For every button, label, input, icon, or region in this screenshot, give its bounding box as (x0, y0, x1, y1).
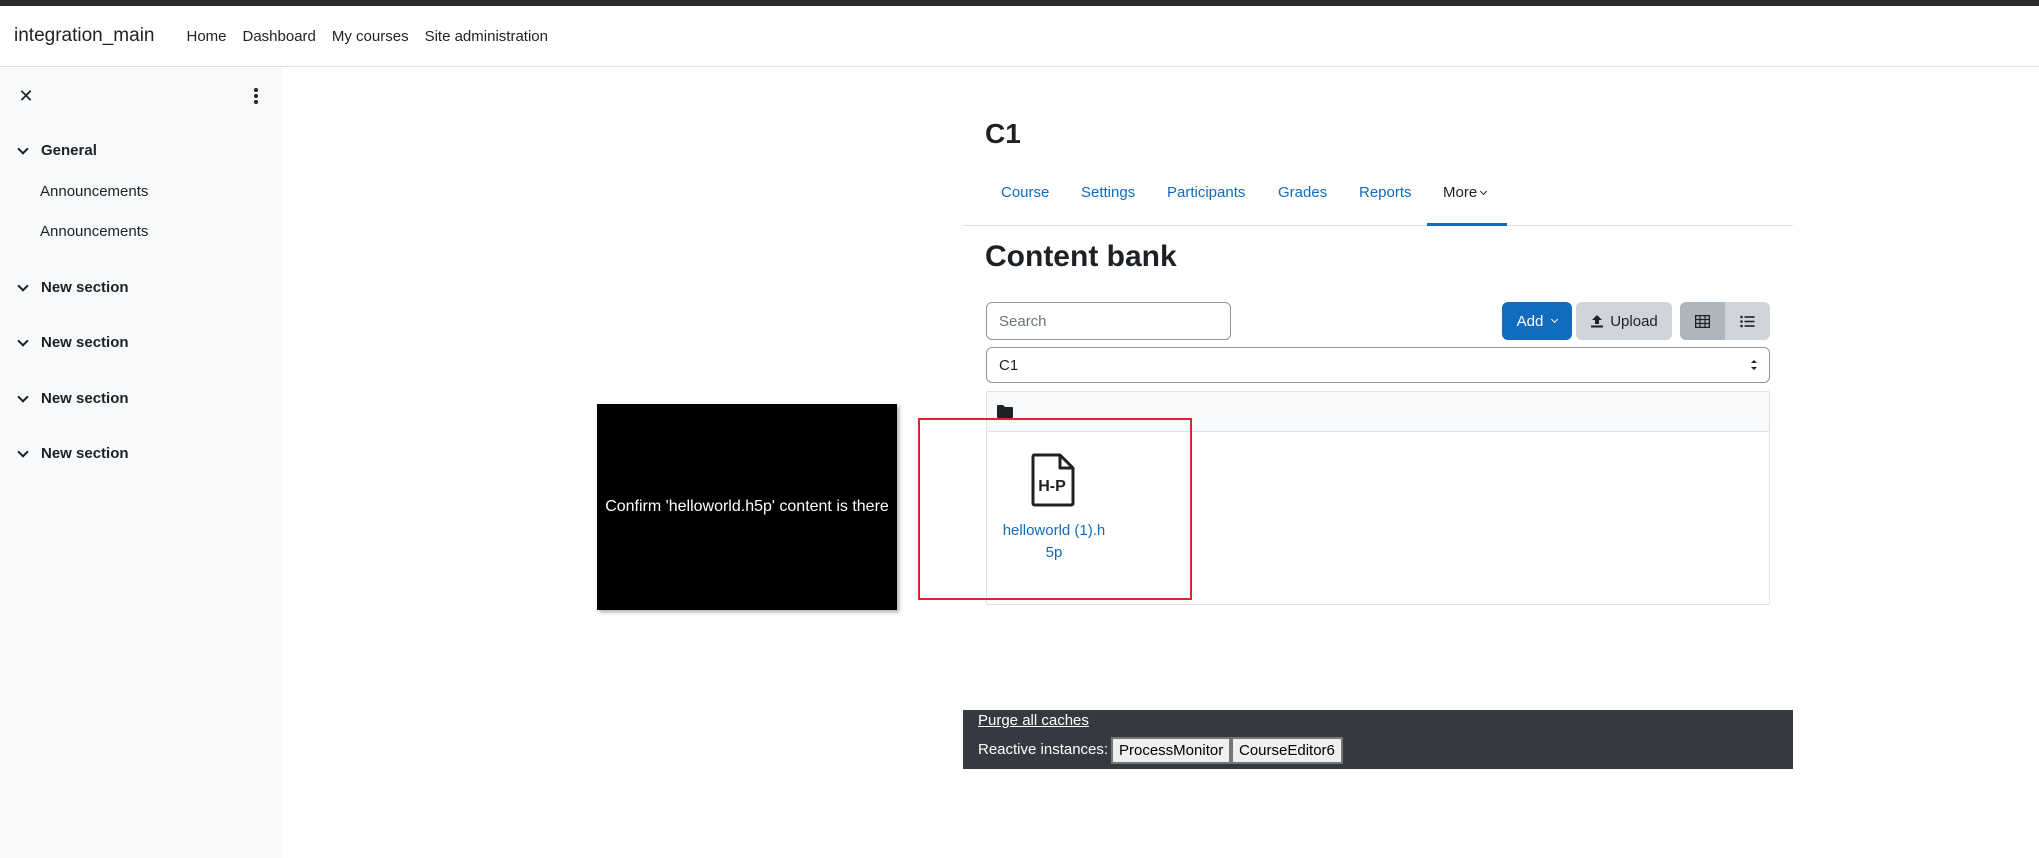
chevron-down-icon (17, 445, 29, 458)
section-new-4[interactable]: New section (16, 445, 129, 462)
active-tab-indicator (1427, 223, 1507, 226)
upload-button[interactable]: Upload (1576, 302, 1672, 340)
search-input[interactable] (986, 302, 1231, 340)
tab-course[interactable]: Course (1001, 184, 1049, 201)
section-label: New section (41, 445, 129, 462)
tab-settings[interactable]: Settings (1081, 184, 1135, 201)
upload-button-label: Upload (1610, 312, 1658, 330)
chevron-down-icon (17, 390, 29, 403)
section-label: New section (41, 334, 129, 351)
context-select-value: C1 (999, 356, 1019, 374)
chevron-down-icon (17, 142, 29, 155)
nav-dashboard[interactable]: Dashboard (243, 28, 316, 45)
add-button[interactable]: Add (1502, 302, 1572, 340)
content-bank-heading: Content bank (985, 240, 1177, 273)
list-icon (1740, 315, 1755, 327)
process-monitor-button[interactable]: ProcessMonitor (1111, 737, 1232, 764)
tab-more[interactable]: More (1443, 184, 1488, 201)
tab-reports[interactable]: Reports (1359, 184, 1412, 201)
nav-my-courses[interactable]: My courses (332, 28, 409, 45)
secondary-navigation: Course Settings Participants Grades Repo… (963, 170, 1793, 226)
section-new-2[interactable]: New section (16, 334, 129, 351)
annotation-overlay: Confirm 'helloworld.h5p' content is ther… (597, 404, 897, 610)
reactive-instances-label: Reactive instances: (978, 741, 1109, 758)
nav-home[interactable]: Home (186, 28, 226, 45)
select-arrows-icon (1751, 360, 1757, 370)
list-view-button[interactable] (1725, 302, 1770, 340)
tab-grades[interactable]: Grades (1278, 184, 1327, 201)
site-brand[interactable]: integration_main (14, 25, 154, 47)
highlight-box (918, 418, 1192, 600)
close-icon[interactable]: ✕ (16, 86, 36, 106)
annotation-text: Confirm 'helloworld.h5p' content is ther… (605, 498, 889, 515)
course-editor-button[interactable]: CourseEditor6 (1231, 737, 1343, 764)
section-label: New section (41, 390, 129, 407)
folder-icon[interactable] (997, 404, 1013, 418)
section-label: New section (41, 279, 129, 296)
grid-view-button[interactable] (1680, 302, 1725, 340)
upload-icon (1591, 315, 1604, 328)
tab-more-label: More (1443, 184, 1478, 201)
chevron-down-icon (17, 279, 29, 292)
chevron-down-icon (1551, 315, 1559, 324)
chevron-down-icon (17, 334, 29, 347)
section-general[interactable]: General (16, 142, 97, 159)
dev-footer: Purge all caches Reactive instances: Pro… (963, 710, 1793, 769)
primary-navigation: Home Dashboard My courses Site administr… (186, 28, 564, 45)
add-button-label: Add (1516, 312, 1544, 330)
chevron-down-icon (1480, 187, 1488, 196)
page-title: C1 (985, 118, 1021, 149)
grid-icon (1695, 314, 1710, 328)
kebab-icon[interactable] (246, 86, 266, 106)
tab-participants[interactable]: Participants (1167, 184, 1245, 201)
nav-site-administration[interactable]: Site administration (425, 28, 548, 45)
purge-caches-link[interactable]: Purge all caches (978, 712, 1089, 729)
activity-announcements[interactable]: Announcements (40, 183, 148, 200)
navbar: integration_main Home Dashboard My cours… (0, 6, 2039, 67)
activity-announcements[interactable]: Announcements (40, 223, 148, 240)
course-index-drawer: ✕ General Announcements Announcements Ne… (0, 68, 282, 858)
section-new-3[interactable]: New section (16, 390, 129, 407)
context-select[interactable]: C1 (986, 347, 1770, 383)
section-new-1[interactable]: New section (16, 279, 129, 296)
section-label: General (41, 142, 97, 159)
